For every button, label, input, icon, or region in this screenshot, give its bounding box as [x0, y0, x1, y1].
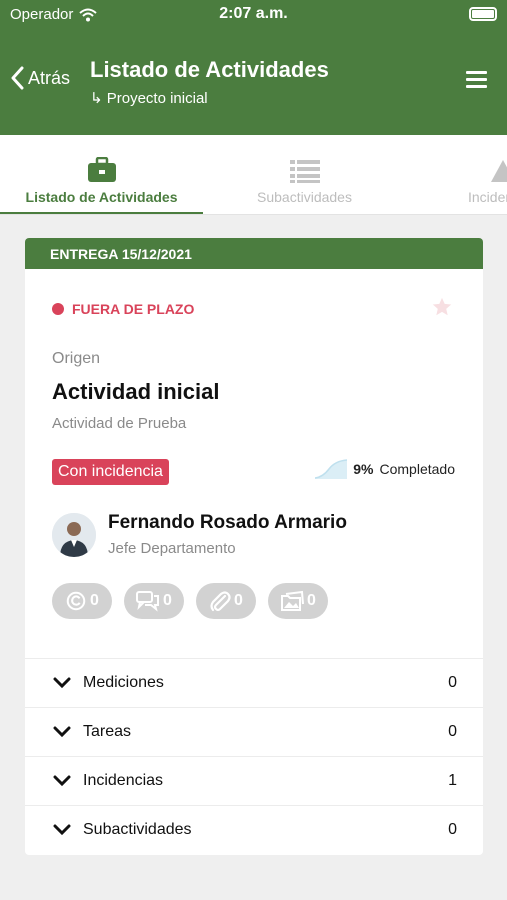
- tab-bar: Listado de Actividades Subactividades In…: [0, 135, 507, 215]
- at-icon: [66, 591, 86, 611]
- avatar: [52, 512, 96, 557]
- progress-label: Completado: [379, 461, 456, 477]
- header-titles: Listado de Actividades ↳ Proyecto inicia…: [90, 57, 329, 107]
- active-tab-indicator: [0, 212, 203, 214]
- section-label: Incidencias: [83, 772, 164, 789]
- images-count: 0: [307, 592, 316, 609]
- section-count: 0: [448, 674, 457, 691]
- section-label: Tareas: [83, 723, 132, 740]
- warning-icon: [491, 160, 507, 182]
- activity-description: Actividad de Prueba: [52, 415, 187, 432]
- origin-label: Origen: [52, 350, 101, 367]
- chevron-down-icon: [53, 824, 71, 836]
- comments-counter[interactable]: 0: [124, 583, 184, 619]
- list-icon: [289, 160, 320, 183]
- card-delivery-header: ENTREGA 15/12/2021: [25, 238, 483, 269]
- tab-incidencias[interactable]: Incidencias: [468, 135, 507, 214]
- section-mediciones[interactable]: Mediciones 0: [25, 658, 483, 707]
- section-count: 1: [448, 772, 457, 789]
- activity-title: Actividad inicial: [52, 379, 220, 404]
- comments-count: 0: [163, 592, 172, 609]
- section-subactividades[interactable]: Subactividades 0: [25, 805, 483, 854]
- section-label: Subactividades: [83, 821, 192, 838]
- chevron-down-icon: [53, 677, 71, 689]
- tab-subactividades[interactable]: Subactividades: [203, 135, 406, 214]
- section-label: Mediciones: [83, 674, 164, 691]
- status-dot-icon: [52, 303, 64, 315]
- attachments-count: 0: [234, 592, 243, 609]
- attachments-counter[interactable]: 0: [196, 583, 256, 619]
- hamburger-menu-icon[interactable]: [466, 71, 487, 89]
- tab-label: Subactividades: [257, 189, 352, 205]
- section-count: 0: [448, 821, 457, 838]
- section-tareas[interactable]: Tareas 0: [25, 707, 483, 756]
- navigation-bar: Atrás Listado de Actividades ↳ Proyecto …: [0, 30, 507, 135]
- star-favorite-icon[interactable]: [431, 296, 453, 318]
- back-button[interactable]: Atrás: [10, 66, 70, 90]
- progress-chart-icon: [315, 459, 348, 479]
- paperclip-icon: [210, 591, 231, 612]
- briefcase-icon: [87, 157, 116, 182]
- folder-image-icon: [281, 590, 305, 611]
- chevron-down-icon: [53, 775, 71, 787]
- page-subtitle: ↳ Proyecto inicial: [90, 90, 208, 107]
- page-title: Listado de Actividades: [90, 57, 329, 82]
- section-count: 0: [448, 723, 457, 740]
- tab-label: Listado de Actividades: [25, 189, 178, 205]
- assignee-role: Jefe Departamento: [108, 540, 236, 557]
- images-counter[interactable]: 0: [268, 583, 328, 619]
- activity-card[interactable]: ENTREGA 15/12/2021 FUERA DE PLAZO Origen…: [25, 238, 483, 855]
- assignee-name: Fernando Rosado Armario: [108, 512, 347, 533]
- chevron-left-icon: [11, 66, 24, 90]
- chevron-down-icon: [53, 726, 71, 738]
- status-bar: Operador 2:07 a.m.: [0, 0, 507, 30]
- back-label: Atrás: [28, 67, 71, 88]
- tab-listado-actividades[interactable]: Listado de Actividades: [0, 135, 203, 214]
- tab-label: Incidencias: [468, 189, 507, 205]
- assignee: Fernando Rosado Armario Jefe Departament…: [52, 512, 347, 557]
- clock: 2:07 a.m.: [219, 5, 288, 22]
- mentions-count: 0: [90, 592, 99, 609]
- overdue-status: FUERA DE PLAZO: [52, 301, 194, 317]
- incidence-badge: Con incidencia: [52, 459, 169, 485]
- progress-indicator: 9% Completado: [315, 459, 455, 479]
- sections-list: Mediciones 0 Tareas 0 Incidencias 1 Suba…: [25, 658, 483, 854]
- progress-percent: 9%: [353, 461, 374, 477]
- comments-icon: [136, 591, 160, 612]
- section-incidencias[interactable]: Incidencias 1: [25, 756, 483, 805]
- status-label: FUERA DE PLAZO: [72, 301, 195, 317]
- mentions-counter[interactable]: 0: [52, 583, 112, 619]
- counters-row: 0 0 0 0: [52, 583, 328, 619]
- battery-icon: [469, 7, 497, 21]
